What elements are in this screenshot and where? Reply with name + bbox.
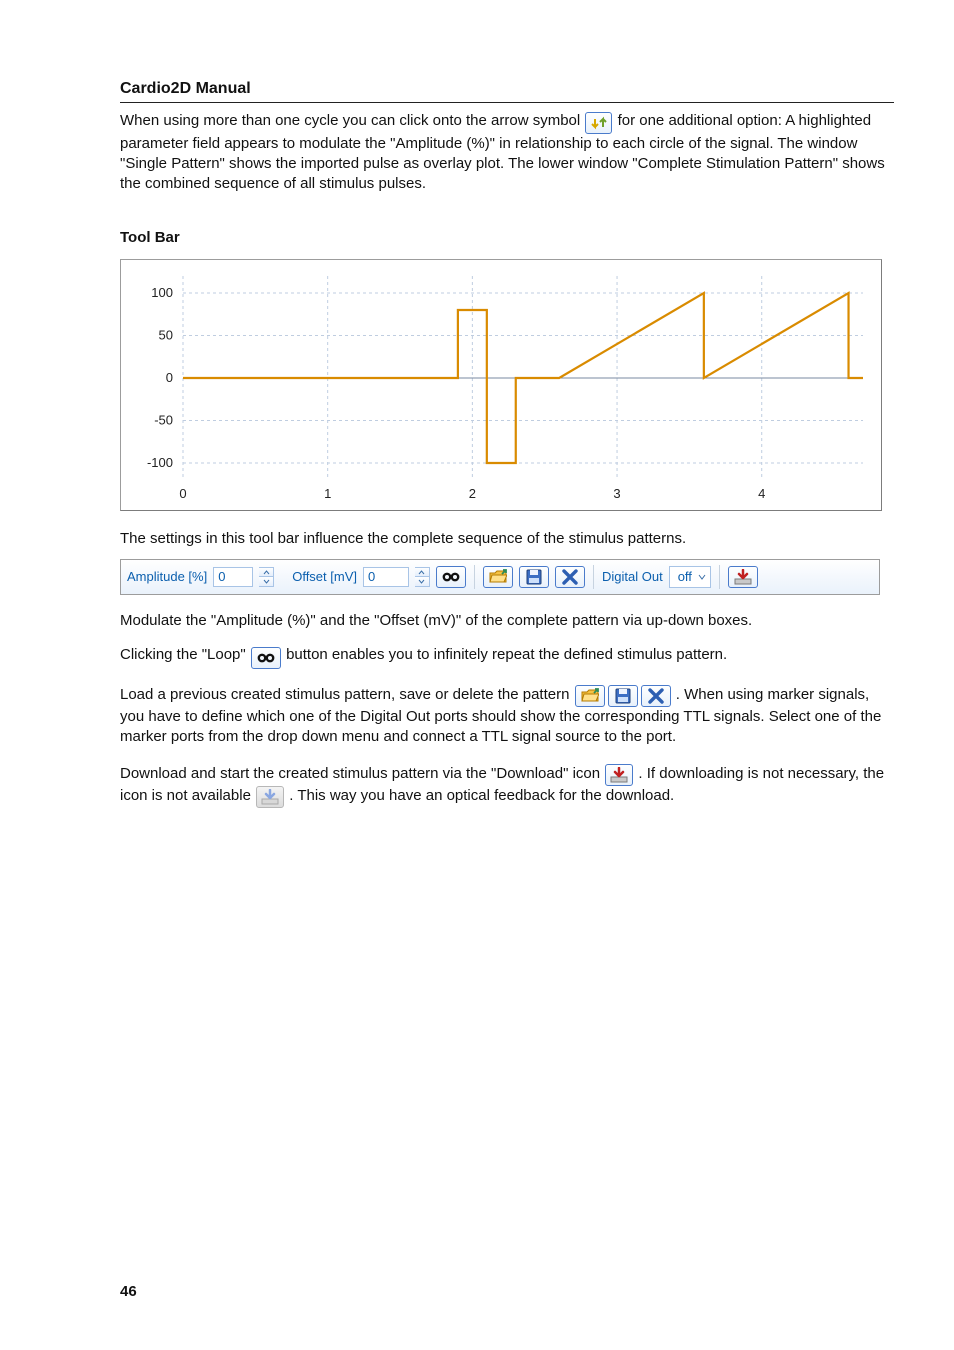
svg-text:2: 2 xyxy=(469,486,476,501)
loop-icon xyxy=(257,652,275,664)
delete-button[interactable] xyxy=(555,566,585,588)
intro-text-1: When using more than one cycle you can c… xyxy=(120,112,584,129)
chevron-up-icon xyxy=(415,568,429,578)
svg-text:0: 0 xyxy=(166,370,173,385)
svg-text:100: 100 xyxy=(151,285,173,300)
load-text-1: Load a previous created stimulus pattern… xyxy=(120,686,574,703)
page-title: Cardio2D Manual xyxy=(120,78,894,100)
open-save-delete-icons xyxy=(575,685,671,707)
floppy-save-icon xyxy=(615,688,631,704)
chevron-down-icon xyxy=(259,577,273,586)
svg-text:0: 0 xyxy=(179,486,186,501)
header-rule xyxy=(120,102,894,103)
loop-text-1: Clicking the "Loop" xyxy=(120,646,250,663)
amplitude-label: Amplitude [%] xyxy=(127,568,207,586)
complete-pattern-toolbar: Amplitude [%] 0 Offset [mV] 0 xyxy=(120,559,880,595)
digital-out-label: Digital Out xyxy=(602,568,663,586)
offset-label: Offset [mV] xyxy=(292,568,357,586)
amplitude-stepper[interactable] xyxy=(259,567,274,587)
svg-text:-100: -100 xyxy=(147,455,173,470)
svg-text:50: 50 xyxy=(159,327,173,342)
download-icon xyxy=(734,569,752,585)
svg-text:-50: -50 xyxy=(154,412,173,427)
arrow-up-down-icon-button[interactable] xyxy=(585,112,612,134)
load-paragraph: Load a previous created stimulus pattern… xyxy=(120,685,894,748)
loop-text-2: button enables you to infinitely repeat … xyxy=(286,646,727,663)
intro-paragraph: When using more than one cycle you can c… xyxy=(120,111,894,195)
arrow-up-down-icon xyxy=(591,116,607,130)
download-button-disabled xyxy=(256,786,284,808)
offset-field[interactable]: 0 xyxy=(363,567,409,587)
offset-stepper[interactable] xyxy=(415,567,430,587)
delete-x-icon xyxy=(648,688,664,704)
svg-text:3: 3 xyxy=(613,486,620,501)
open-button-inline[interactable] xyxy=(575,685,605,707)
section-toolbar-title: Tool Bar xyxy=(120,228,894,248)
stimulus-chart: -100 -50 0 50 100 0 1 2 3 4 xyxy=(120,259,882,511)
loop-button-inline[interactable] xyxy=(251,647,281,669)
download-button-inline[interactable] xyxy=(605,764,633,786)
chevron-up-icon xyxy=(259,568,273,578)
download-disabled-icon xyxy=(261,789,279,805)
settings-paragraph: The settings in this tool bar influence … xyxy=(120,529,894,549)
loop-icon xyxy=(442,571,460,583)
open-folder-icon xyxy=(581,688,599,704)
delete-button-inline[interactable] xyxy=(641,685,671,707)
download-text-3: . This way you have an optical feedback … xyxy=(289,787,674,804)
digital-out-select[interactable]: off xyxy=(669,566,711,588)
modulate-paragraph: Modulate the "Amplitude (%)" and the "Of… xyxy=(120,611,894,631)
open-folder-icon xyxy=(489,569,507,585)
save-button-inline[interactable] xyxy=(608,685,638,707)
delete-x-icon xyxy=(562,569,578,585)
svg-text:4: 4 xyxy=(758,486,765,501)
svg-text:1: 1 xyxy=(324,486,331,501)
download-icon xyxy=(610,767,628,783)
floppy-save-icon xyxy=(526,569,542,585)
loop-button[interactable] xyxy=(436,566,466,588)
download-button[interactable] xyxy=(728,566,758,588)
download-paragraph: Download and start the created stimulus … xyxy=(120,764,894,808)
open-button[interactable] xyxy=(483,566,513,588)
chevron-down-icon xyxy=(415,577,429,586)
page-number: 46 xyxy=(120,1282,137,1302)
save-button[interactable] xyxy=(519,566,549,588)
chevron-down-icon xyxy=(698,574,706,580)
digital-out-value: off xyxy=(678,568,692,586)
amplitude-field[interactable]: 0 xyxy=(213,567,253,587)
loop-paragraph: Clicking the "Loop" button enables you t… xyxy=(120,645,894,669)
download-text-1: Download and start the created stimulus … xyxy=(120,765,604,782)
